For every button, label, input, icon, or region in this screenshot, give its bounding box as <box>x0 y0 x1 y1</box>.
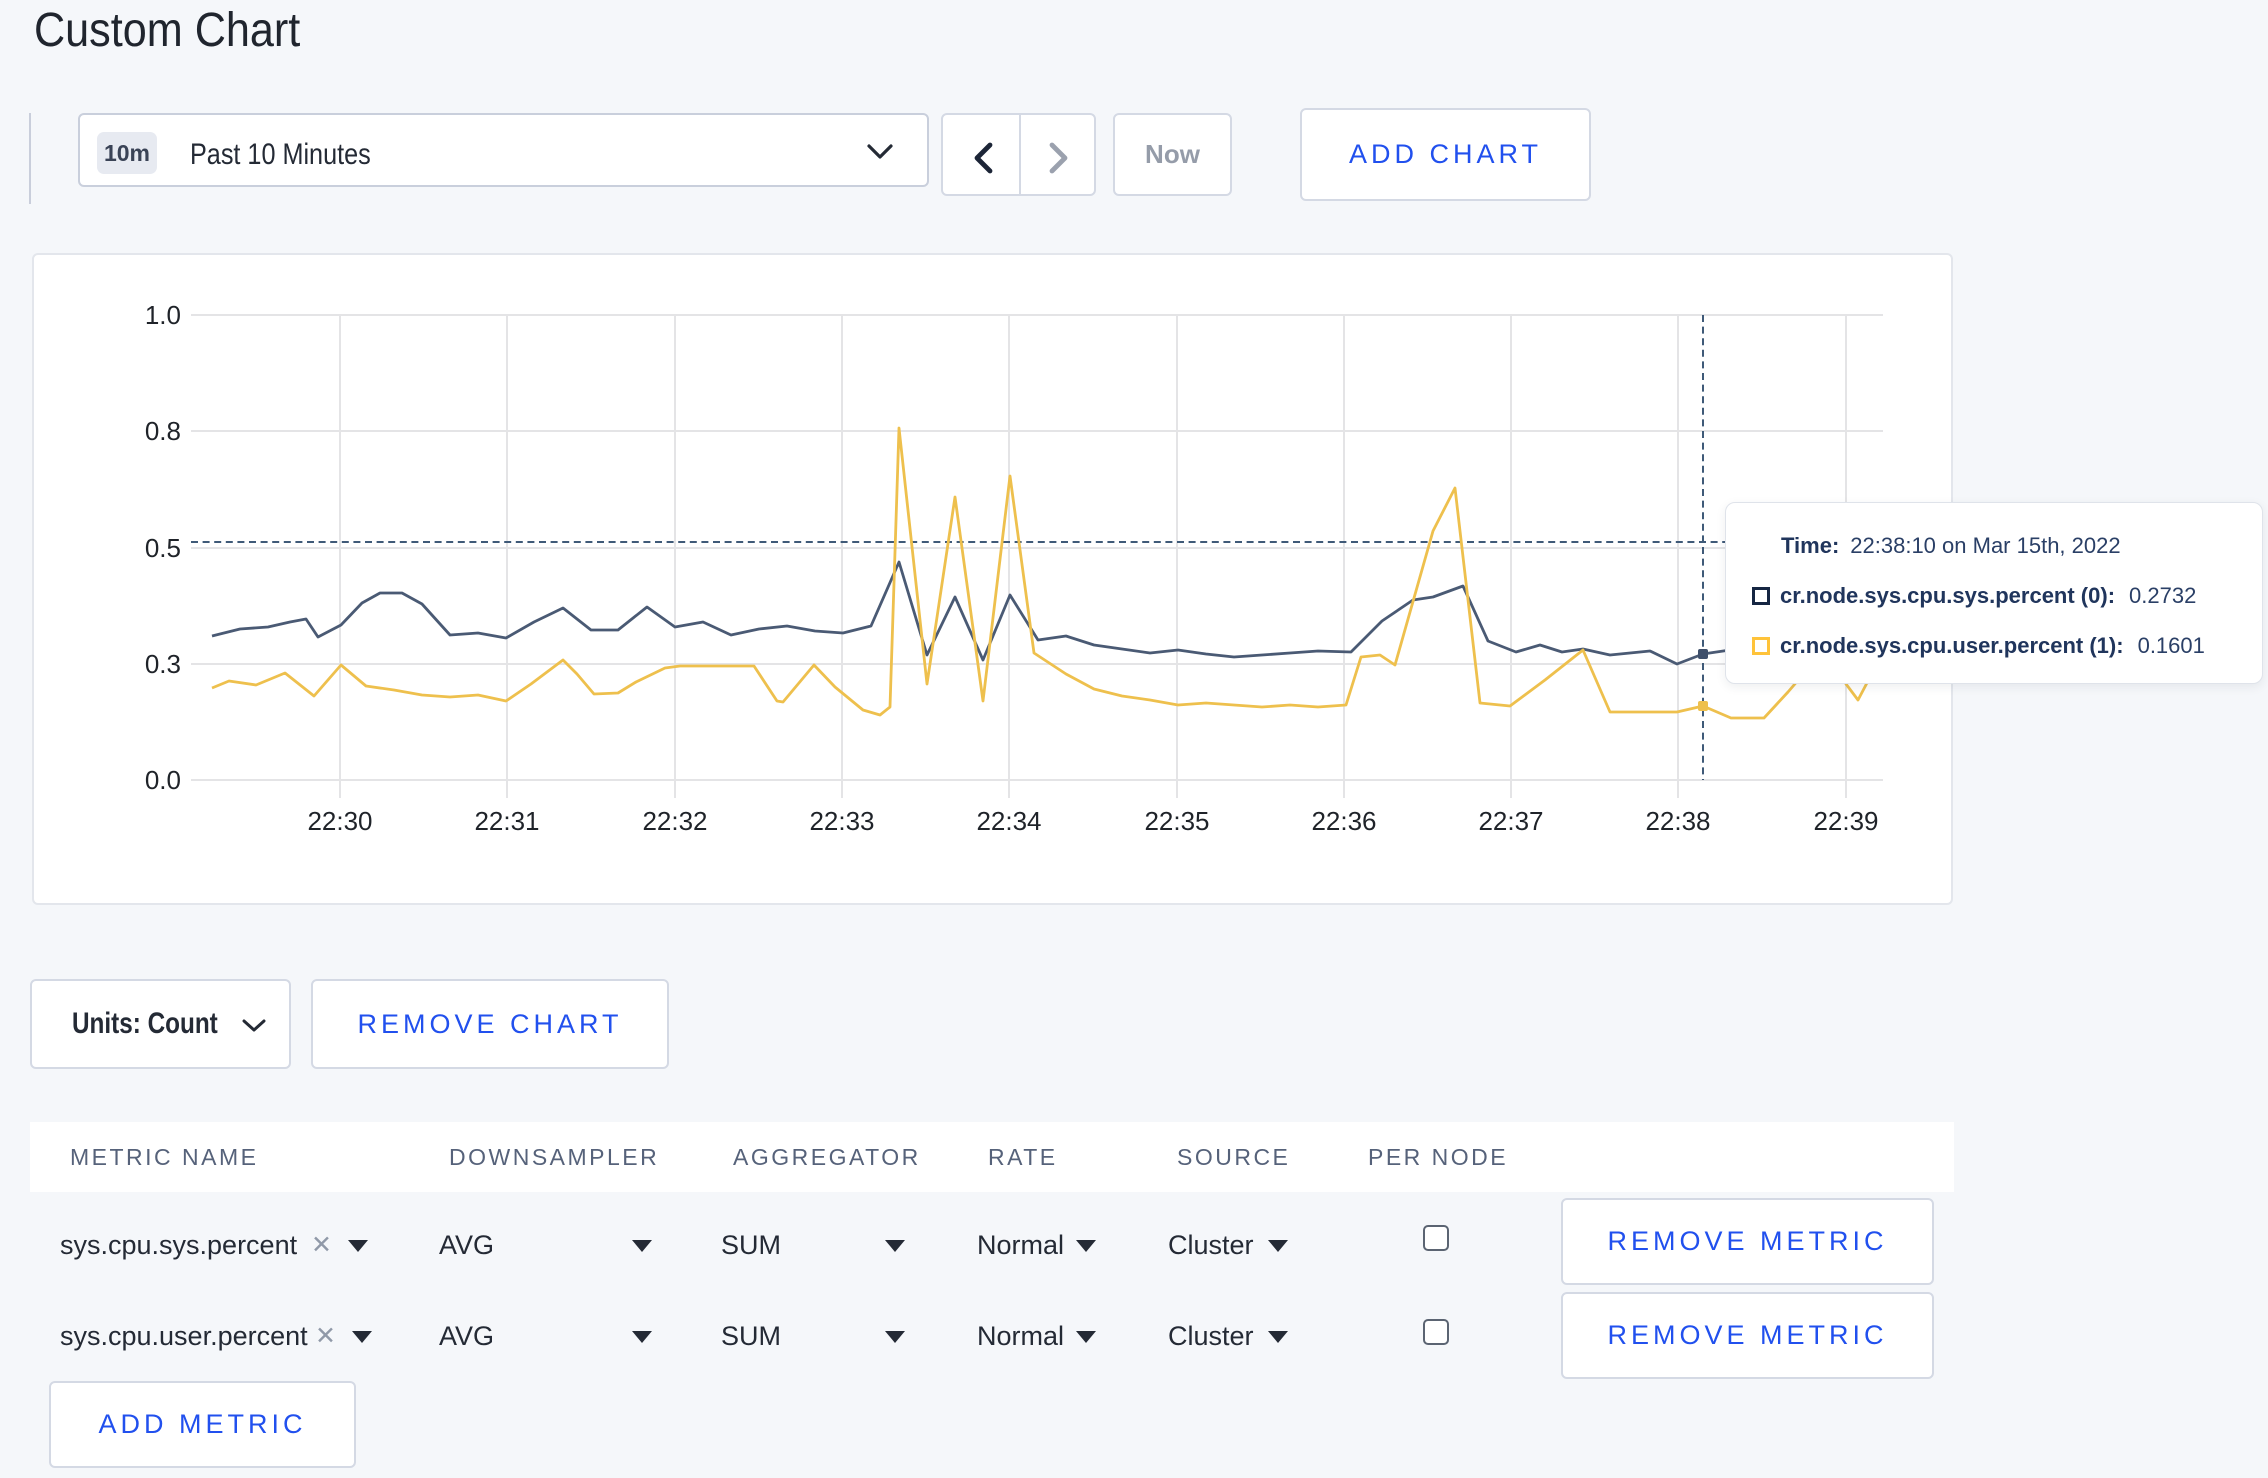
svg-text:1.0: 1.0 <box>145 300 181 330</box>
svg-text:0.3: 0.3 <box>145 649 181 679</box>
svg-text:22:32: 22:32 <box>642 806 707 836</box>
svg-text:0.0: 0.0 <box>145 765 181 795</box>
svg-text:22:35: 22:35 <box>1144 806 1209 836</box>
svg-text:0.8: 0.8 <box>145 416 181 446</box>
svg-text:22:36: 22:36 <box>1311 806 1376 836</box>
svg-text:22:30: 22:30 <box>307 806 372 836</box>
svg-text:22:34: 22:34 <box>976 806 1041 836</box>
svg-text:22:39: 22:39 <box>1813 806 1878 836</box>
svg-text:22:37: 22:37 <box>1478 806 1543 836</box>
svg-text:22:33: 22:33 <box>809 806 874 836</box>
svg-text:0.5: 0.5 <box>145 533 181 563</box>
svg-text:22:31: 22:31 <box>474 806 539 836</box>
svg-text:22:38: 22:38 <box>1645 806 1710 836</box>
